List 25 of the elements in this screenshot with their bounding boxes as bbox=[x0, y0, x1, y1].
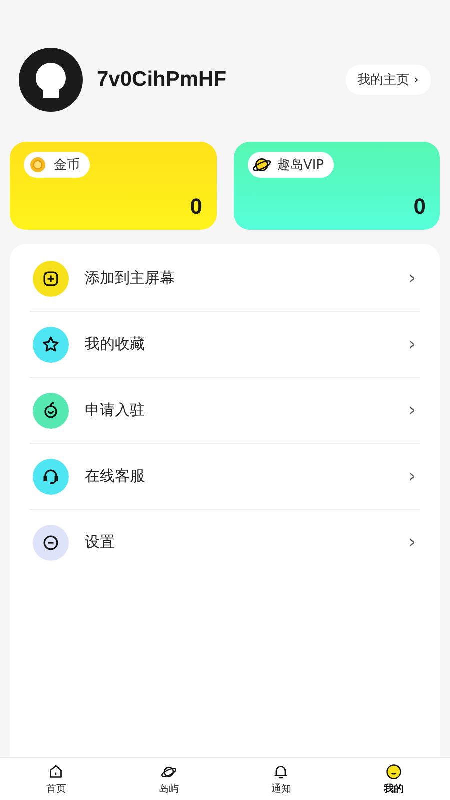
card-label: 趣岛VIP bbox=[278, 157, 324, 174]
chevron-icon: › bbox=[408, 466, 416, 487]
tab[interactable]: 岛屿 bbox=[112, 758, 225, 800]
tab[interactable]: 首页 bbox=[0, 758, 112, 800]
menu-item[interactable]: 申请入驻 bbox=[85, 401, 409, 420]
menu-item[interactable]: 设置 bbox=[85, 533, 409, 552]
smiley-icon bbox=[384, 762, 403, 780]
coins-card[interactable]: 金币 0 bbox=[10, 142, 216, 230]
card-value: 0 bbox=[190, 194, 202, 220]
tab[interactable]: 通知 bbox=[225, 758, 338, 800]
menu-item[interactable]: 我的收藏 bbox=[85, 335, 409, 354]
menu-item[interactable]: 添加到主屏幕 bbox=[85, 269, 409, 288]
chevron-icon: › bbox=[408, 532, 416, 553]
avatar-icon bbox=[19, 48, 83, 112]
card-value: 0 bbox=[414, 194, 426, 220]
chevron-icon: › bbox=[408, 334, 416, 355]
chevron-icon: › bbox=[408, 400, 416, 421]
coin-icon bbox=[28, 155, 48, 175]
username: 7v0CihPmHF bbox=[97, 68, 228, 92]
menu-item[interactable]: 在线客服 bbox=[85, 467, 409, 486]
card-label: 金币 bbox=[54, 157, 80, 174]
vip-card[interactable]: 趣岛VIP 0 bbox=[234, 142, 440, 230]
homepage-button[interactable]: 我的主页 › bbox=[346, 65, 431, 95]
chevron-icon: › bbox=[408, 268, 416, 289]
tab[interactable]: 我的 bbox=[338, 758, 450, 800]
